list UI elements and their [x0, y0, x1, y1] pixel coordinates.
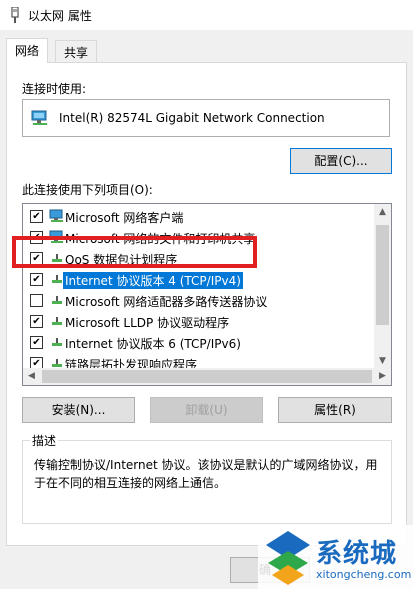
install-button[interactable]: 安装(N)... — [22, 397, 135, 423]
adapter-name: Intel(R) 82574L Gigabit Network Connecti… — [59, 111, 325, 125]
item-label: Microsoft 网络客户端 — [65, 211, 184, 225]
connect-using-label: 连接时使用: — [22, 82, 87, 96]
annotation-highlight-box — [12, 236, 257, 268]
item-label: Microsoft 网络适配器多路传送器协议 — [65, 295, 268, 309]
item-label: Internet 协议版本 6 (TCP/IPv6) — [65, 337, 241, 351]
checkbox[interactable] — [30, 294, 43, 307]
network-adapter-icon — [11, 7, 19, 23]
scroll-up-icon[interactable]: ▲ — [374, 204, 391, 221]
checkbox[interactable]: ✔ — [30, 210, 43, 223]
tab-sharing[interactable]: 共享 — [55, 40, 98, 62]
window-title: 以太网 属性 — [28, 9, 92, 23]
scroll-right-icon[interactable]: ▶ — [374, 368, 391, 385]
description-title: 描述 — [30, 432, 59, 449]
horizontal-scrollbar[interactable]: ◀ ▶ — [23, 368, 391, 385]
tab-network[interactable]: 网络 — [6, 38, 49, 63]
components-list[interactable]: ✔ Microsoft 网络客户端 ✔ Microsoft 网络的文件和打印机共… — [22, 203, 392, 386]
vertical-scroll-thumb[interactable] — [376, 225, 389, 325]
checkbox[interactable]: ✔ — [30, 315, 43, 328]
description-text: 传输控制协议/Internet 协议。该协议是默认的广域网络协议，用于在不同的相… — [34, 458, 378, 490]
network-card-icon — [31, 110, 47, 125]
item-label: Internet 协议版本 4 (TCP/IPv4) — [63, 272, 243, 289]
items-label: 此连接使用下列项目(O): — [22, 183, 153, 197]
configure-button[interactable]: 配置(C)... — [290, 148, 392, 174]
checkbox[interactable]: ✔ — [30, 273, 43, 286]
protocol-icon — [52, 317, 62, 325]
list-item-selected[interactable]: ✔ Internet 协议版本 4 (TCP/IPv4) — [23, 269, 375, 290]
network-client-icon — [49, 209, 63, 222]
watermark-text: 系统城 — [316, 539, 398, 569]
vertical-scrollbar[interactable]: ▲ ▼ — [374, 204, 391, 370]
properties-button[interactable]: 属性(R) — [278, 397, 392, 423]
adapter-box: Intel(R) 82574L Gigabit Network Connecti… — [22, 99, 390, 137]
list-item[interactable]: ✔ Microsoft 网络客户端 — [23, 206, 375, 227]
uninstall-button[interactable]: 卸载(U) — [150, 397, 263, 423]
list-item[interactable]: ✔ Microsoft LLDP 协议驱动程序 — [23, 311, 375, 332]
item-label: Microsoft LLDP 协议驱动程序 — [65, 316, 230, 330]
checkbox[interactable]: ✔ — [30, 336, 43, 349]
list-item[interactable]: ✔ Internet 协议版本 6 (TCP/IPv6) — [23, 332, 375, 353]
list-item[interactable]: Microsoft 网络适配器多路传送器协议 — [23, 290, 375, 311]
watermark-url: xitongcheng.com — [316, 568, 412, 581]
scroll-left-icon[interactable]: ◀ — [23, 368, 40, 385]
title-bar: 以太网 属性 — [0, 0, 413, 30]
protocol-icon — [52, 296, 62, 304]
horizontal-scroll-thumb[interactable] — [42, 370, 372, 383]
protocol-icon — [52, 338, 62, 346]
